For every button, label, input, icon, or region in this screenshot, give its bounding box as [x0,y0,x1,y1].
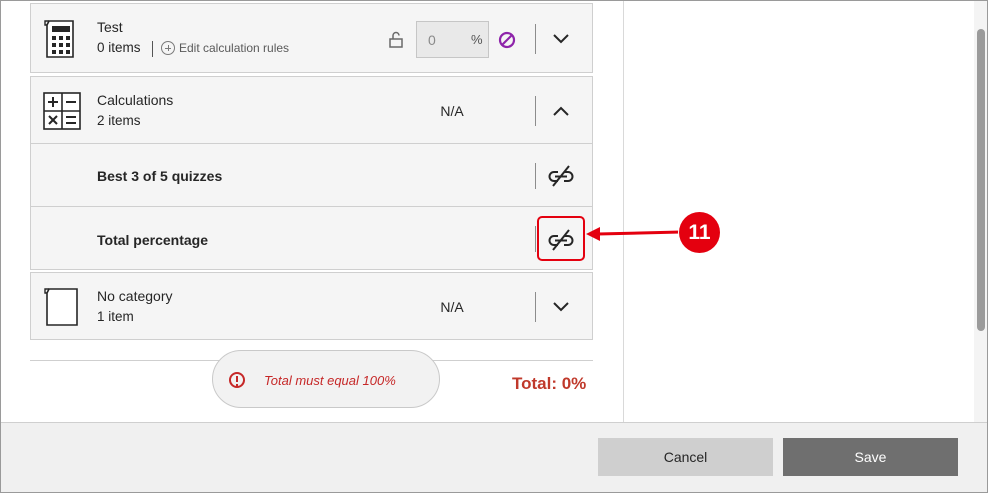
divider [535,226,536,252]
scrollbar[interactable] [974,1,987,422]
edit-calculation-rules-link[interactable]: Edit calculation rules [161,41,289,55]
category-row-no-category: No category 1 item N/A [30,272,593,340]
total-percentage: Total: 0% [512,374,587,393]
scroll-thumb[interactable] [977,29,985,331]
unlink-icon[interactable] [547,163,575,189]
calculation-item-row: Best 3 of 5 quizzes [30,143,593,207]
panel-divider [623,1,624,422]
category-item-count: 2 items [97,113,141,128]
save-button[interactable]: Save [783,438,958,476]
action-bar: Cancel Save [1,422,987,492]
edit-calculation-rules-label: Edit calculation rules [179,41,290,55]
category-title: Test [97,19,123,35]
divider [535,96,536,126]
divider [535,292,536,322]
calculations-icon [43,92,81,130]
weight-percent-unit: % [471,32,483,47]
error-text: Total must equal 100% [264,373,396,388]
category-weight: N/A [440,299,464,315]
category-row-calculations: Calculations 2 items N/A [30,76,593,144]
weight-percent-input[interactable]: 0 % [416,21,489,58]
category-title: No category [97,288,173,304]
unlock-icon[interactable] [389,31,403,48]
callout-highlight-box [537,216,585,261]
calculation-item-title: Best 3 of 5 quizzes [97,168,223,184]
category-title: Calculations [97,92,174,108]
calculation-item-title: Total percentage [97,232,208,248]
category-row-test: Test 0 items Edit calculation rules 0 % [30,3,593,73]
cancel-button[interactable]: Cancel [598,438,773,476]
chevron-down-icon[interactable] [548,26,574,52]
category-weight: N/A [440,103,464,119]
divider [535,24,536,54]
calculator-icon [44,20,74,58]
category-item-count: 1 item [97,309,134,324]
gradebook-category-panel: Test 0 items Edit calculation rules 0 % [1,1,974,422]
divider [535,163,536,189]
category-item-count: 0 items [97,40,141,55]
exclude-icon[interactable] [498,31,516,49]
chevron-up-icon[interactable] [548,98,574,124]
error-icon [229,372,245,388]
chevron-down-icon[interactable] [548,294,574,320]
error-message: Total must equal 100% [212,350,440,408]
weight-percent-value: 0 [428,32,436,48]
calculation-item-row: Total percentage [30,206,593,270]
plus-circle-icon [161,41,175,55]
callout-step-badge: 11 [679,212,720,253]
divider [152,41,153,57]
callout-arrow [586,227,682,241]
blank-page-icon [44,288,78,326]
